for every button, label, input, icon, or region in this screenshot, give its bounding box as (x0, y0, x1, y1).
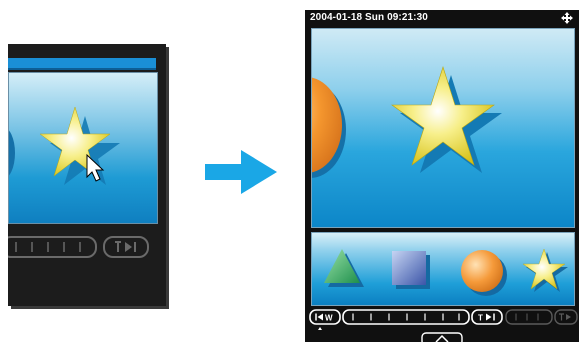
datetime-label: 2004-01-18 Sun 09:21:30 (310, 12, 428, 23)
before-top-bar (8, 58, 156, 70)
position-marker-icon (318, 327, 322, 330)
secondary-slider-dim (505, 309, 553, 325)
before-scrubber (8, 236, 149, 258)
thumbnail-sphere[interactable] (461, 250, 507, 296)
tele-button[interactable]: T (471, 309, 503, 325)
before-image-view[interactable] (8, 72, 158, 224)
home-button[interactable] (421, 332, 463, 342)
wide-button-label: W (325, 314, 333, 323)
wide-button[interactable]: W (309, 309, 341, 325)
thumbnail-strip (311, 232, 575, 306)
after-device: 2004-01-18 Sun 09:21:30 W T (305, 10, 579, 342)
main-scene (312, 66, 502, 178)
thumbnail-triangle[interactable] (324, 249, 364, 287)
zoom-controls: W T (309, 309, 578, 342)
before-scene (9, 106, 120, 185)
right-arrow-icon (205, 150, 277, 194)
before-device-crop (8, 44, 166, 306)
main-image-view[interactable] (311, 28, 575, 228)
thumbnail-square[interactable] (392, 251, 430, 289)
zoom-slider[interactable] (342, 309, 470, 325)
sphere-shadow (9, 130, 15, 176)
secondary-tele-dim (554, 309, 578, 325)
status-bar: 2004-01-18 Sun 09:21:30 (305, 10, 579, 27)
tele-button-label: T (478, 314, 483, 323)
before-tele-icon (115, 241, 136, 252)
thumbnail-star[interactable] (522, 248, 568, 292)
four-way-arrow-icon[interactable] (561, 12, 573, 24)
